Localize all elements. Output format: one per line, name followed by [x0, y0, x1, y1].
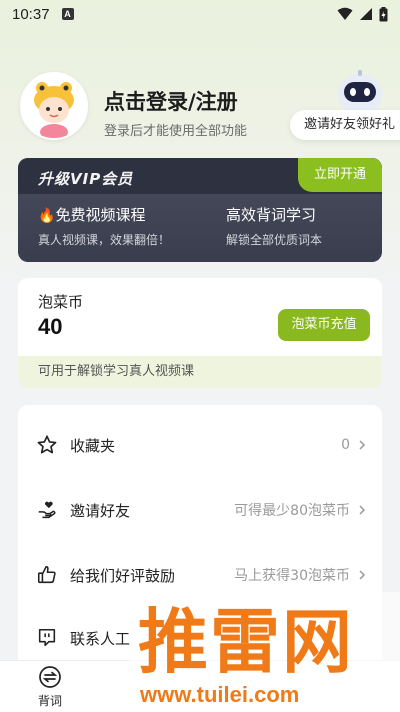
menu-item-value: 可得最少80泡菜币 — [234, 503, 350, 519]
vip-feature-vocab: 高效背词学习 解锁全部优质词本 — [226, 204, 322, 248]
menu-item-label: 联系人工 — [70, 629, 131, 648]
login-register-link[interactable]: 点击登录/注册 — [104, 86, 238, 116]
cartoon-avatar-icon — [22, 74, 86, 138]
menu-item-value: 0 — [341, 437, 350, 453]
vip-open-button[interactable]: 立即开通 — [298, 158, 382, 192]
coin-balance: 40 — [38, 314, 63, 339]
avatar[interactable] — [20, 72, 88, 140]
coin-recharge-button[interactable]: 泡菜币充值 — [278, 309, 370, 341]
coin-card: 泡菜币 40 泡菜币充值 可用于解锁学习真人视频课 — [18, 278, 382, 388]
vip-feature-sub: 真人视频课，效果翻倍！ — [38, 233, 171, 247]
hand-heart-icon — [38, 501, 56, 519]
invite-friends-badge[interactable]: 邀请好友领好礼 — [290, 110, 400, 140]
login-subtitle: 登录后才能使用全部功能 — [104, 124, 248, 139]
chevron-right-icon — [359, 440, 366, 450]
star-icon — [37, 435, 57, 454]
coin-label: 泡菜币 — [38, 293, 84, 311]
wifi-icon — [337, 7, 353, 20]
tab-label: 背词 — [37, 694, 62, 708]
watermark-logo: 推雷网 — [138, 601, 354, 683]
swap-icon — [39, 666, 61, 688]
chat-bubble-icon — [38, 628, 56, 647]
thumbs-up-icon — [37, 565, 56, 584]
vip-feature-free-video: 🔥免费视频课程 真人视频课，效果翻倍！ — [38, 204, 170, 248]
vip-card[interactable]: 升级VIP会员 立即开通 🔥免费视频课程 真人视频课，效果翻倍！ 高效背词学习 … — [18, 158, 382, 262]
tab-vocab[interactable]: 背词 — [22, 665, 78, 709]
fire-icon: 🔥 — [38, 208, 56, 224]
menu-item-label: 收藏夹 — [70, 436, 116, 455]
signal-icon — [360, 8, 372, 20]
menu-item-invite[interactable]: 邀请好友 可得最少80泡菜币 — [18, 488, 382, 532]
status-time: 10:37 — [12, 5, 50, 23]
menu-item-favorites[interactable]: 收藏夹 0 — [18, 423, 382, 467]
battery-icon — [379, 6, 388, 21]
chevron-right-icon — [359, 505, 366, 515]
menu-item-label: 给我们好评鼓励 — [70, 566, 176, 585]
chevron-right-icon — [359, 570, 366, 580]
vip-title: 升级VIP会员 — [38, 170, 134, 188]
vip-feature-title: 高效背词学习 — [226, 206, 317, 224]
watermark-url: www.tuilei.com — [140, 682, 300, 707]
menu-item-value: 马上获得30泡菜币 — [234, 568, 350, 584]
menu-item-label: 邀请好友 — [70, 501, 131, 520]
status-bar: 10:37 A — [0, 0, 400, 28]
coin-footer-note: 可用于解锁学习真人视频课 — [18, 356, 382, 388]
vip-feature-title: 免费视频课程 — [55, 206, 146, 224]
vip-feature-sub: 解锁全部优质词本 — [226, 233, 323, 247]
notification-icon: A — [61, 8, 74, 20]
